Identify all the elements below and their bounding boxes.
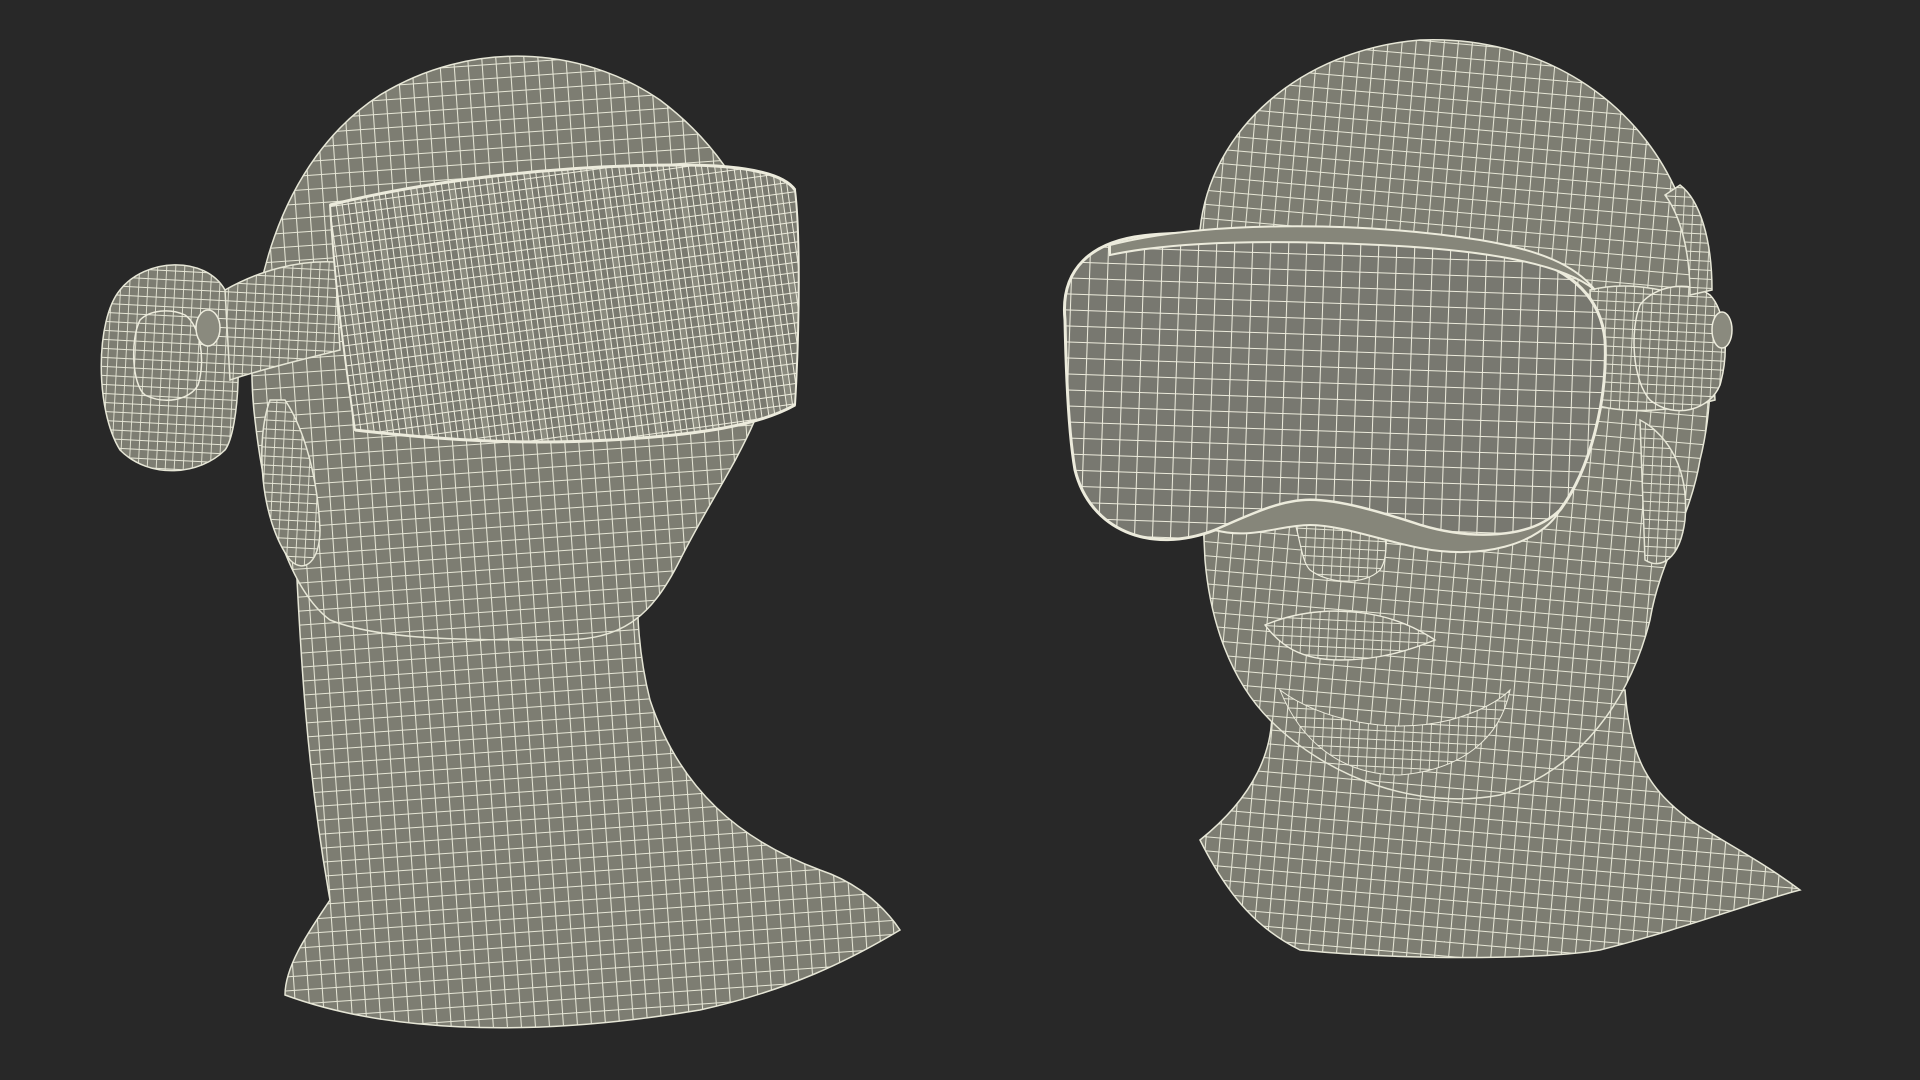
left-ribbed-headband [328,163,800,443]
left-pod-knob [195,309,221,347]
right-goggle-visor [1062,230,1607,542]
right-pod-knob [1711,311,1733,349]
wireframe-render [100,39,1802,1029]
left-pod-button [132,310,203,401]
left-head-model [100,55,902,1029]
right-head-model [1062,39,1802,959]
render-viewport [0,0,1920,1080]
right-side-pod [1633,285,1726,412]
